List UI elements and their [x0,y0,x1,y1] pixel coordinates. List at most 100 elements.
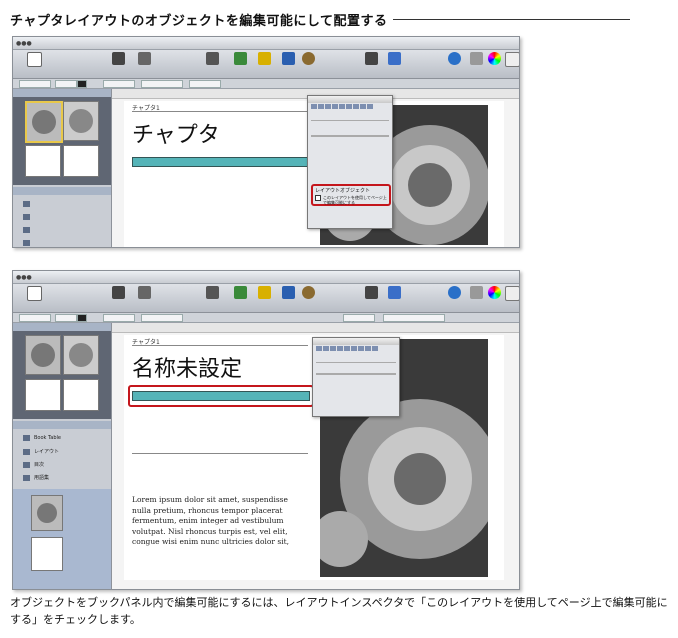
sections-button[interactable] [105,52,131,76]
body-text[interactable]: Lorem ipsum dolor sit amet, suspendisse … [132,495,304,575]
sidebar-item-glossary[interactable]: 用語集 [23,474,49,481]
view-button[interactable] [21,52,47,76]
sidebar-item-toc[interactable]: 目次 [23,461,44,468]
publish-button[interactable] [381,286,407,310]
accent-bar-object[interactable] [132,157,310,167]
inspector-tabs[interactable] [308,103,392,112]
window-controls[interactable]: ●●● [16,274,32,281]
layout-inspector [312,337,400,417]
pages-button[interactable] [131,286,157,310]
color-well[interactable] [77,80,87,88]
publish-button[interactable] [381,52,407,76]
heading-rule [393,18,630,20]
sidebar-item-book-table[interactable]: Book Table [23,435,61,441]
window-titlebar: ●●● [13,271,519,284]
checkbox-label: このレイアウトを使用してページ上で編集可能にする [323,195,387,205]
view-button[interactable] [21,286,47,310]
divider [132,111,308,112]
text-box-button[interactable] [199,52,225,76]
align-popup[interactable] [343,314,375,322]
inspector-divider [311,135,389,137]
pages-button[interactable] [131,52,157,76]
media-button[interactable] [295,52,321,76]
color-well[interactable] [77,314,87,322]
main-area: チャプタ1 チャプタ レイアウトオブジェクト このレイアウトを使用してページ上で… [13,89,519,247]
sidebar-item[interactable] [23,240,34,246]
format-bar [13,79,519,89]
media-button[interactable] [295,286,321,310]
flower-thumbnail-icon [32,496,62,530]
highlight-box: レイアウトオブジェクト このレイアウトを使用してページ上で編集可能にする [311,184,391,206]
highlight-box [128,385,314,407]
fonts-button[interactable] [499,52,519,76]
inspector-divider [311,120,389,121]
checkbox-icon [315,195,321,201]
layout-thumbnail[interactable] [63,101,99,141]
book-icon [23,201,30,207]
layout-thumbnail[interactable] [63,379,99,411]
layout-thumbnail[interactable] [25,379,61,411]
stroke-popup[interactable] [55,80,77,88]
table-button[interactable] [227,286,253,310]
chapter-thumbnail[interactable] [31,495,63,531]
fill-popup[interactable] [103,80,135,88]
text-box-button[interactable] [199,286,225,310]
inspector-title [308,96,392,103]
sidebar-section-header [13,187,111,195]
style-popup[interactable] [19,80,51,88]
inspector-divider [316,373,396,375]
divider [132,453,308,454]
page-thumbnail[interactable] [31,537,63,571]
chapter-title[interactable]: チャプタ [132,117,220,149]
chart-button[interactable] [251,52,277,76]
layout-thumbnail[interactable] [25,335,61,375]
edit-on-page-checkbox[interactable]: このレイアウトを使用してページ上で編集可能にする [315,195,387,205]
book-icon [23,435,30,441]
list-icon [23,240,30,246]
sidebar-item[interactable] [23,214,34,220]
main-toolbar [13,284,519,313]
wrap-popup[interactable] [383,314,445,322]
window-controls[interactable]: ●●● [16,40,32,47]
fonts-button[interactable] [499,286,519,310]
divider [132,345,308,346]
table-button[interactable] [227,52,253,76]
sidebar-header [13,89,111,97]
opacity-popup[interactable] [141,314,183,322]
sidebar-header [13,323,111,331]
sidebar-item[interactable] [23,201,34,207]
thumbnail-panel [13,331,111,419]
sidebar-item-label: Book Table [34,435,61,441]
section-heading: チャプタレイアウトのオブジェクトを編集可能にして配置する [10,8,630,30]
inspector-tabs[interactable] [313,345,399,354]
sidebar-item[interactable] [23,227,34,233]
inspector-title [313,338,399,345]
glossary-icon [23,474,30,481]
layout-thumbnail[interactable] [25,145,61,177]
stroke-popup[interactable] [55,314,77,322]
figure-caption: オブジェクトをブックパネル内で編集可能にするには、レイアウトインスペクタで「この… [10,596,668,626]
style-popup[interactable] [19,314,51,322]
sidebar-item-label: レイアウト [34,449,60,455]
opacity-popup[interactable] [141,80,183,88]
fill-popup[interactable] [103,314,135,322]
inspector-divider [316,362,396,363]
sections-button[interactable] [105,286,131,310]
flower-thumbnail-icon [64,102,98,140]
format-bar [13,313,519,323]
main-area: Book Table レイアウト 目次 用語集 チャプタ1 名称未設定 Lore… [13,323,519,589]
chapter-title[interactable]: 名称未設定 [132,351,242,383]
window-titlebar: ●●● [13,37,519,50]
shadow-popup[interactable] [189,80,221,88]
sidebar-item-layout[interactable]: レイアウト [23,448,59,455]
layout-thumbnail[interactable] [63,335,99,375]
chart-button[interactable] [251,286,277,310]
layout-inspector: レイアウトオブジェクト このレイアウトを使用してページ上で編集可能にする [307,95,393,229]
list-icon [23,227,30,233]
layout-thumbnail[interactable] [63,145,99,177]
list-icon [23,461,30,468]
top-ruler [112,323,519,333]
heading-text: チャプタレイアウトのオブジェクトを編集可能にして配置する [10,13,388,29]
layout-thumbnail-selected[interactable] [25,101,63,143]
layout-canvas: チャプタ1 チャプタ レイアウトオブジェクト このレイアウトを使用してページ上で… [112,89,519,247]
